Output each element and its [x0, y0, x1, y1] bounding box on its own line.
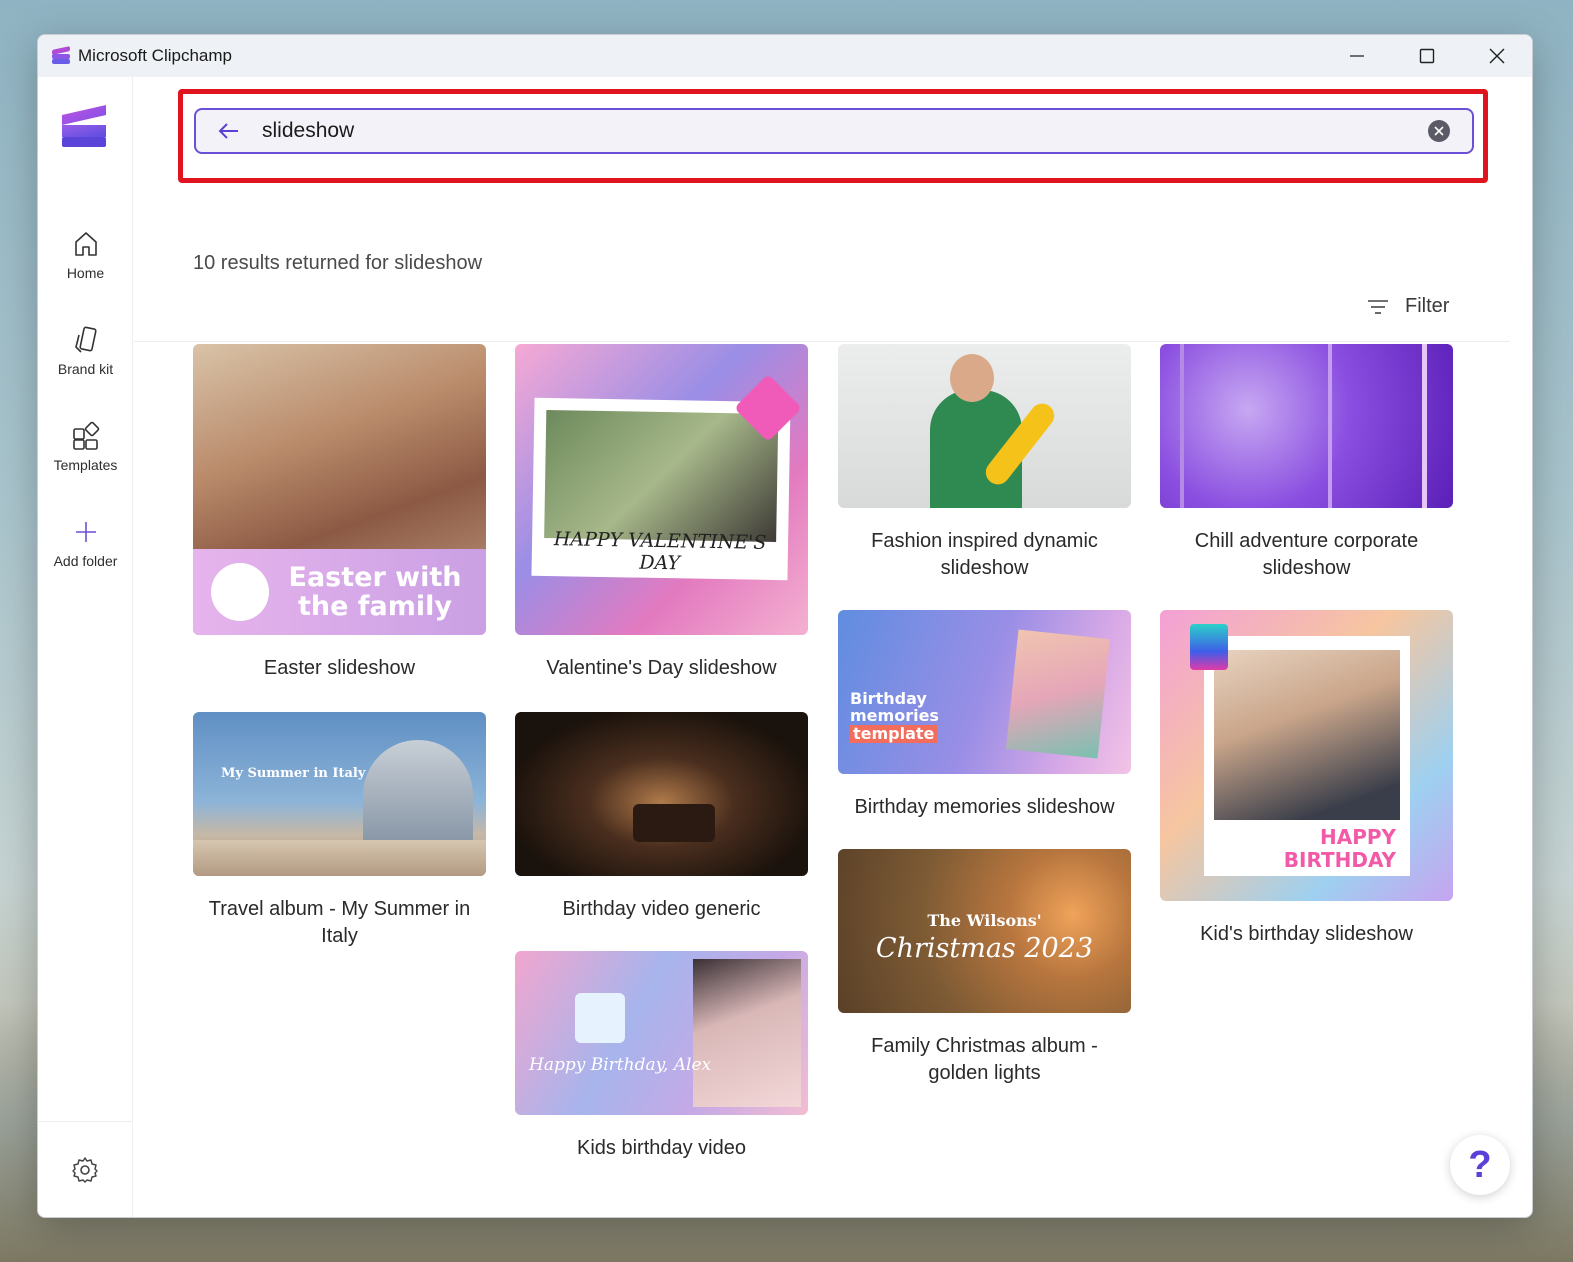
brand-kit-icon	[74, 326, 97, 353]
sidebar-item-templates[interactable]: Templates	[38, 421, 133, 473]
maximize-icon	[1419, 48, 1435, 64]
close-icon	[1489, 48, 1505, 64]
search-bar	[194, 108, 1474, 154]
filter-button[interactable]: Filter	[1367, 295, 1449, 318]
template-card-birthday-memories[interactable]: Birthday memories template Birthday memo…	[838, 610, 1131, 821]
thumbnail-overlay-text: My Summer in Italy	[221, 766, 366, 781]
thumbnail-overlay-text: memories	[850, 706, 939, 725]
template-title: Birthday memories slideshow	[854, 796, 1115, 818]
template-title: Birthday video generic	[562, 898, 761, 920]
gear-icon	[72, 1157, 98, 1183]
template-thumbnail: Birthday memories template	[838, 610, 1131, 774]
template-thumbnail: Easter with the family	[193, 344, 486, 635]
template-thumbnail: Happy Birthday, Alex	[515, 951, 808, 1115]
template-thumbnail	[838, 344, 1131, 508]
sidebar-item-label: Home	[66, 265, 105, 281]
arrow-left-icon	[218, 123, 238, 139]
sidebar: Home Brand kit Templates Add folder	[38, 77, 133, 1217]
template-thumbnail: HAPPY VALENTINE'S DAY	[515, 344, 808, 635]
thumbnail-overlay-text: HAPPY VALENTINE'S DAY	[553, 528, 767, 575]
clear-search-button[interactable]	[1428, 120, 1450, 142]
close-button[interactable]	[1462, 35, 1532, 77]
add-icon	[75, 522, 96, 542]
window-controls	[1322, 35, 1532, 77]
template-thumbnail	[515, 712, 808, 876]
template-title: Travel album - My Summer in Italy	[208, 898, 471, 947]
template-card-kids-birthday-video[interactable]: Happy Birthday, Alex Kids birthday video	[515, 951, 808, 1162]
filter-icon	[1368, 299, 1388, 314]
main-content: 10 results returned for slideshow Filter…	[134, 77, 1532, 1217]
template-title: Chill adventure corporate slideshow	[1194, 530, 1419, 579]
templates-icon	[72, 421, 99, 450]
template-card-easter[interactable]: Easter with the family Easter slideshow	[193, 344, 486, 682]
gift-icon	[1190, 624, 1228, 670]
thumbnail-overlay-text: template	[850, 725, 938, 743]
sidebar-item-label: Templates	[53, 457, 118, 473]
search-input[interactable]	[262, 119, 1428, 143]
template-card-fashion[interactable]: Fashion inspired dynamic slideshow	[838, 344, 1131, 582]
template-card-chill-adventure[interactable]: Chill adventure corporate slideshow	[1160, 344, 1453, 582]
maximize-button[interactable]	[1392, 35, 1462, 77]
template-thumbnail	[1160, 344, 1453, 508]
thumbnail-overlay-text: HAPPY	[1319, 825, 1396, 849]
minimize-icon	[1350, 55, 1364, 57]
window-title: Microsoft Clipchamp	[78, 46, 232, 65]
template-thumbnail: The Wilsons' Christmas 2023	[838, 849, 1131, 1013]
dome-shape	[363, 740, 473, 840]
sidebar-item-brand-kit[interactable]: Brand kit	[38, 325, 133, 377]
template-card-family-christmas[interactable]: The Wilsons' Christmas 2023 Family Chris…	[838, 849, 1131, 1087]
template-card-kids-birthday-slideshow[interactable]: HAPPY BIRTHDAY Kid's birthday slideshow	[1160, 610, 1453, 948]
template-title: Kids birthday video	[577, 1137, 746, 1159]
baby-photo	[693, 959, 801, 1107]
cake-shape	[633, 804, 715, 842]
settings-button[interactable]	[70, 1155, 100, 1185]
template-card-valentines[interactable]: HAPPY VALENTINE'S DAY Valentine's Day sl…	[515, 344, 808, 682]
sidebar-divider	[38, 1121, 132, 1122]
close-circle-icon	[1434, 126, 1444, 136]
app-window: Microsoft Clipchamp Home Brand kit Templ…	[37, 34, 1533, 1218]
thumbnail-overlay-text: Birthday	[850, 689, 927, 708]
thumbnail-overlay-text: Christmas 2023	[875, 933, 1094, 964]
template-title: Easter slideshow	[263, 657, 416, 679]
title-bar: Microsoft Clipchamp	[38, 35, 1532, 77]
template-title: Valentine's Day slideshow	[546, 657, 777, 679]
header-divider	[134, 341, 1510, 342]
help-button[interactable]: ?	[1450, 1135, 1510, 1195]
thumbnail-overlay-text: Happy Birthday, Alex	[529, 1055, 712, 1075]
thumbnail-overlay-text: BIRTHDAY	[1283, 848, 1396, 872]
bunny-icon	[211, 563, 269, 621]
clipchamp-logo-icon	[52, 46, 70, 64]
template-title: Family Christmas album - golden lights	[871, 1035, 1098, 1084]
minimize-button[interactable]	[1322, 35, 1392, 77]
sidebar-item-label: Brand kit	[57, 361, 114, 377]
template-title: Fashion inspired dynamic slideshow	[871, 530, 1098, 579]
results-summary: 10 results returned for slideshow	[193, 252, 483, 274]
template-card-travel-album[interactable]: My Summer in Italy Travel album - My Sum…	[193, 712, 486, 950]
template-thumbnail: My Summer in Italy	[193, 712, 486, 876]
back-button[interactable]	[218, 122, 246, 140]
template-thumbnail: HAPPY BIRTHDAY	[1160, 610, 1453, 901]
template-card-birthday-generic[interactable]: Birthday video generic	[515, 712, 808, 923]
sidebar-item-add-folder[interactable]: Add folder	[38, 517, 133, 569]
filter-label: Filter	[1405, 295, 1450, 317]
thumbnail-overlay-text: The Wilsons'	[927, 911, 1042, 930]
sidebar-item-home[interactable]: Home	[38, 229, 133, 281]
cake-icon	[575, 993, 625, 1043]
photo-shape	[1005, 629, 1111, 759]
photo-frame: HAPPY BIRTHDAY	[1204, 636, 1410, 876]
template-title: Kid's birthday slideshow	[1200, 923, 1413, 945]
home-icon	[74, 232, 97, 256]
clipchamp-logo-icon	[62, 105, 106, 147]
thumbnail-overlay-text: Easter with the family	[288, 562, 462, 622]
sidebar-item-label: Add folder	[53, 553, 118, 569]
clipchamp-logo[interactable]	[60, 101, 110, 151]
